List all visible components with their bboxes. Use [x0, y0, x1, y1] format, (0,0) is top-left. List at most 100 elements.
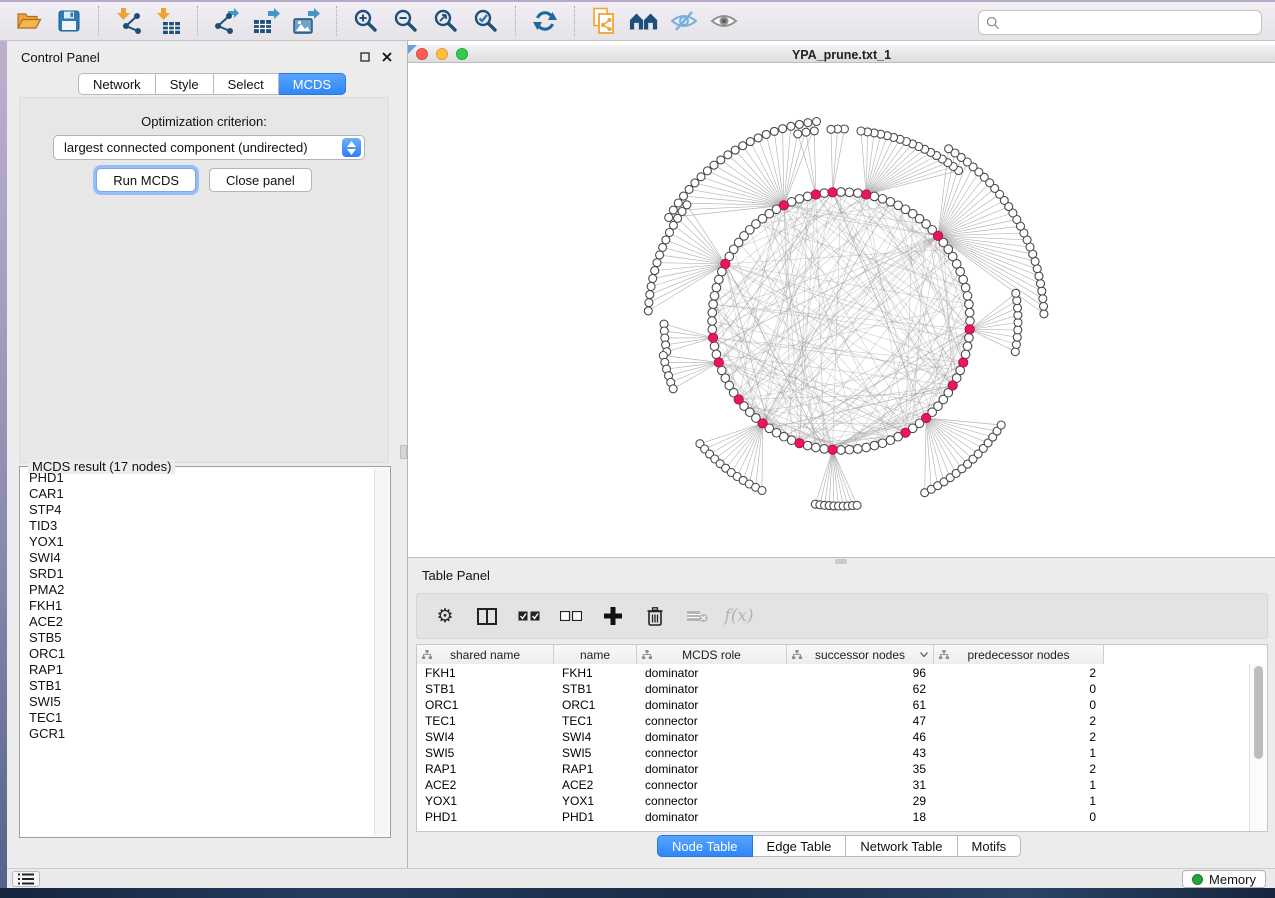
- horizontal-splitter-grip[interactable]: [835, 559, 847, 564]
- graph-node[interactable]: [710, 342, 719, 351]
- graph-node[interactable]: [662, 236, 670, 244]
- graph-node[interactable]: [674, 199, 682, 207]
- graph-node[interactable]: [878, 195, 887, 204]
- graph-node[interactable]: [656, 251, 664, 259]
- table-settings-button[interactable]: ⚙: [431, 602, 459, 630]
- list-item[interactable]: STB1: [21, 678, 375, 694]
- graph-node[interactable]: [1038, 287, 1046, 295]
- deselect-all-rows-button[interactable]: [557, 602, 585, 630]
- mcds-node[interactable]: [758, 419, 767, 428]
- mcds-node[interactable]: [779, 201, 788, 210]
- import-network-button[interactable]: [113, 6, 143, 36]
- export-table-button[interactable]: [252, 6, 282, 36]
- zoom-out-button[interactable]: [391, 6, 421, 36]
- run-mcds-button[interactable]: Run MCDS: [96, 168, 196, 192]
- mcds-node[interactable]: [959, 358, 968, 367]
- column-header-shared-name[interactable]: shared name: [417, 645, 554, 664]
- graph-node[interactable]: [1012, 289, 1020, 297]
- list-item[interactable]: RAP1: [21, 662, 375, 678]
- graph-node[interactable]: [997, 421, 1005, 429]
- graph-node[interactable]: [709, 300, 718, 309]
- graph-node[interactable]: [837, 188, 846, 197]
- list-item[interactable]: ACE2: [21, 614, 375, 630]
- search-field[interactable]: [978, 10, 1262, 35]
- graph-node[interactable]: [966, 317, 975, 326]
- list-item[interactable]: TID3: [21, 518, 375, 534]
- mcds-node[interactable]: [721, 259, 730, 268]
- graph-node[interactable]: [762, 130, 770, 138]
- graph-node[interactable]: [795, 120, 803, 128]
- criterion-dropdown[interactable]: largest connected component (undirected): [53, 135, 365, 160]
- graph-node[interactable]: [653, 259, 661, 267]
- graph-node[interactable]: [754, 134, 762, 142]
- graph-node[interactable]: [886, 198, 895, 207]
- mcds-node[interactable]: [709, 333, 718, 342]
- graph-node[interactable]: [731, 146, 739, 154]
- graph-node[interactable]: [770, 127, 778, 135]
- graph-node[interactable]: [961, 283, 970, 292]
- graph-node[interactable]: [965, 300, 974, 309]
- list-item[interactable]: PHD1: [21, 470, 375, 486]
- graph-node[interactable]: [1014, 304, 1022, 312]
- graph-node[interactable]: [649, 275, 657, 283]
- list-item[interactable]: SWI5: [21, 694, 375, 710]
- graph-node[interactable]: [870, 441, 879, 450]
- graph-node[interactable]: [724, 151, 732, 159]
- mcds-node[interactable]: [901, 428, 910, 437]
- table-row[interactable]: YOX1YOX1connector291: [417, 793, 1250, 809]
- graph-node[interactable]: [739, 142, 747, 150]
- table-row[interactable]: PHD1PHD1dominator180: [417, 809, 1250, 825]
- close-panel-button-mcds[interactable]: Close panel: [209, 168, 312, 192]
- graph-node[interactable]: [645, 299, 653, 307]
- column-header-mcds-role[interactable]: MCDS role: [637, 645, 787, 664]
- graph-node[interactable]: [717, 156, 725, 164]
- graph-node[interactable]: [712, 283, 721, 292]
- open-file-button[interactable]: [14, 6, 44, 36]
- export-image-button[interactable]: [292, 6, 322, 36]
- show-all-button[interactable]: [709, 6, 739, 36]
- mcds-node[interactable]: [714, 358, 723, 367]
- graph-node[interactable]: [697, 173, 705, 181]
- graph-node[interactable]: [666, 229, 674, 237]
- graph-node[interactable]: [708, 317, 717, 326]
- zoom-selected-button[interactable]: [471, 6, 501, 36]
- list-item[interactable]: PMA2: [21, 582, 375, 598]
- graph-node[interactable]: [827, 125, 835, 133]
- graph-node[interactable]: [794, 130, 802, 138]
- graph-node[interactable]: [963, 292, 972, 301]
- graph-node[interactable]: [803, 192, 812, 201]
- graph-node[interactable]: [710, 292, 719, 301]
- graph-node[interactable]: [837, 446, 846, 455]
- network-canvas[interactable]: [408, 63, 1275, 557]
- table-row[interactable]: TEC1TEC1connector472: [417, 713, 1250, 729]
- table-row[interactable]: SWI5SWI5connector431: [417, 745, 1250, 761]
- mcds-node[interactable]: [933, 231, 942, 240]
- graph-node[interactable]: [1033, 265, 1041, 273]
- graph-node[interactable]: [712, 350, 721, 359]
- graph-node[interactable]: [1037, 280, 1045, 288]
- graph-node[interactable]: [845, 445, 854, 454]
- graph-node[interactable]: [961, 350, 970, 359]
- graph-node[interactable]: [669, 385, 677, 393]
- graph-node[interactable]: [820, 189, 829, 198]
- list-item[interactable]: YOX1: [21, 534, 375, 550]
- graph-node[interactable]: [812, 443, 821, 452]
- memory-button[interactable]: Memory: [1182, 870, 1266, 888]
- list-item[interactable]: CAR1: [21, 486, 375, 502]
- graph-node[interactable]: [644, 307, 652, 315]
- graph-node[interactable]: [804, 119, 812, 127]
- mcds-node[interactable]: [862, 190, 871, 199]
- delete-column-button[interactable]: [641, 602, 669, 630]
- graph-node[interactable]: [878, 439, 887, 448]
- list-item[interactable]: TEC1: [21, 710, 375, 726]
- graph-node[interactable]: [862, 443, 871, 452]
- list-item[interactable]: STP4: [21, 502, 375, 518]
- tab-style[interactable]: Style: [156, 73, 214, 95]
- list-item[interactable]: ORC1: [21, 646, 375, 662]
- table-row[interactable]: ORC1ORC1dominator610: [417, 697, 1250, 713]
- save-session-button[interactable]: [54, 6, 84, 36]
- graph-node[interactable]: [646, 291, 654, 299]
- graph-node[interactable]: [963, 342, 972, 351]
- splitter-grip[interactable]: [400, 445, 407, 459]
- graph-node[interactable]: [1040, 310, 1048, 318]
